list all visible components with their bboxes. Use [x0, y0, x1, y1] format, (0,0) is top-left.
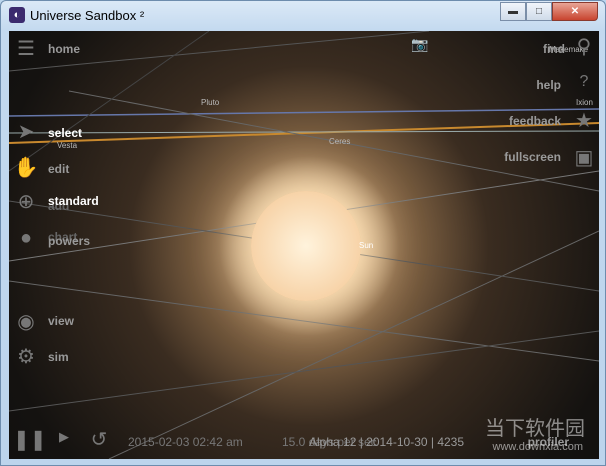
title-bar: ◐ Universe Sandbox ² ▬ □ ✕	[1, 1, 605, 31]
star-icon[interactable]: ★	[571, 108, 597, 133]
sim-date: 2015-02-03 02:42 am	[128, 435, 243, 449]
simulation-viewport[interactable]: Pluto Vesta Ceres Sun Ixion Makemake ☰ h…	[9, 31, 599, 459]
eye-icon[interactable]: ◉	[13, 309, 39, 334]
watermark-text: 当下软件园	[485, 418, 585, 440]
sun-label[interactable]: Sun	[359, 241, 373, 250]
app-window: ◐ Universe Sandbox ² ▬ □ ✕ Pluto Vesta C…	[0, 0, 606, 466]
pluto-label[interactable]: Pluto	[201, 98, 219, 107]
menu-help[interactable]: help	[536, 78, 561, 92]
camera-icon[interactable]: 📷	[407, 36, 433, 53]
add-icon[interactable]: ⊕	[13, 189, 39, 214]
hand-icon[interactable]: ✋	[13, 155, 39, 180]
menu-select[interactable]: select	[48, 126, 82, 140]
maximize-button[interactable]: □	[526, 2, 552, 21]
window-title: Universe Sandbox ²	[30, 8, 145, 23]
watermark-url: www.downxia.com	[492, 441, 583, 453]
app-icon: ◐	[9, 7, 25, 23]
sun[interactable]	[251, 191, 361, 301]
search-icon[interactable]: ⚲	[571, 34, 597, 59]
menu-view[interactable]: view	[48, 314, 74, 328]
ixion-label[interactable]: Ixion	[576, 98, 593, 107]
menu-icon[interactable]: ☰	[13, 36, 39, 61]
fullscreen-icon[interactable]: ▣	[571, 145, 597, 170]
menu-home[interactable]: home	[48, 42, 80, 56]
menu-sim[interactable]: sim	[48, 350, 69, 364]
vesta-label[interactable]: Vesta	[57, 141, 77, 150]
cursor-icon[interactable]: ➤	[13, 119, 39, 144]
menu-powers[interactable]: powers	[48, 234, 90, 248]
version-info: Alpha 12 | 2014-10-30 | 4235	[309, 435, 465, 449]
question-icon[interactable]: ?	[571, 73, 597, 91]
pause-icon[interactable]: ❚❚	[13, 427, 47, 452]
menu-fullscreen[interactable]: fullscreen	[504, 150, 561, 164]
step-icon[interactable]: ▶	[51, 429, 77, 445]
close-button[interactable]: ✕	[552, 2, 598, 21]
powers-icon[interactable]: ●	[13, 227, 39, 250]
undo-icon[interactable]: ↺	[86, 427, 112, 452]
menu-standard[interactable]: standard	[48, 194, 99, 208]
ceres-label[interactable]: Ceres	[329, 137, 350, 146]
menu-edit[interactable]: edit	[48, 162, 69, 176]
minimize-button[interactable]: ▬	[500, 2, 526, 21]
menu-find[interactable]: find	[543, 42, 565, 56]
gear-icon[interactable]: ⚙	[13, 344, 39, 369]
menu-feedback[interactable]: feedback	[509, 114, 561, 128]
